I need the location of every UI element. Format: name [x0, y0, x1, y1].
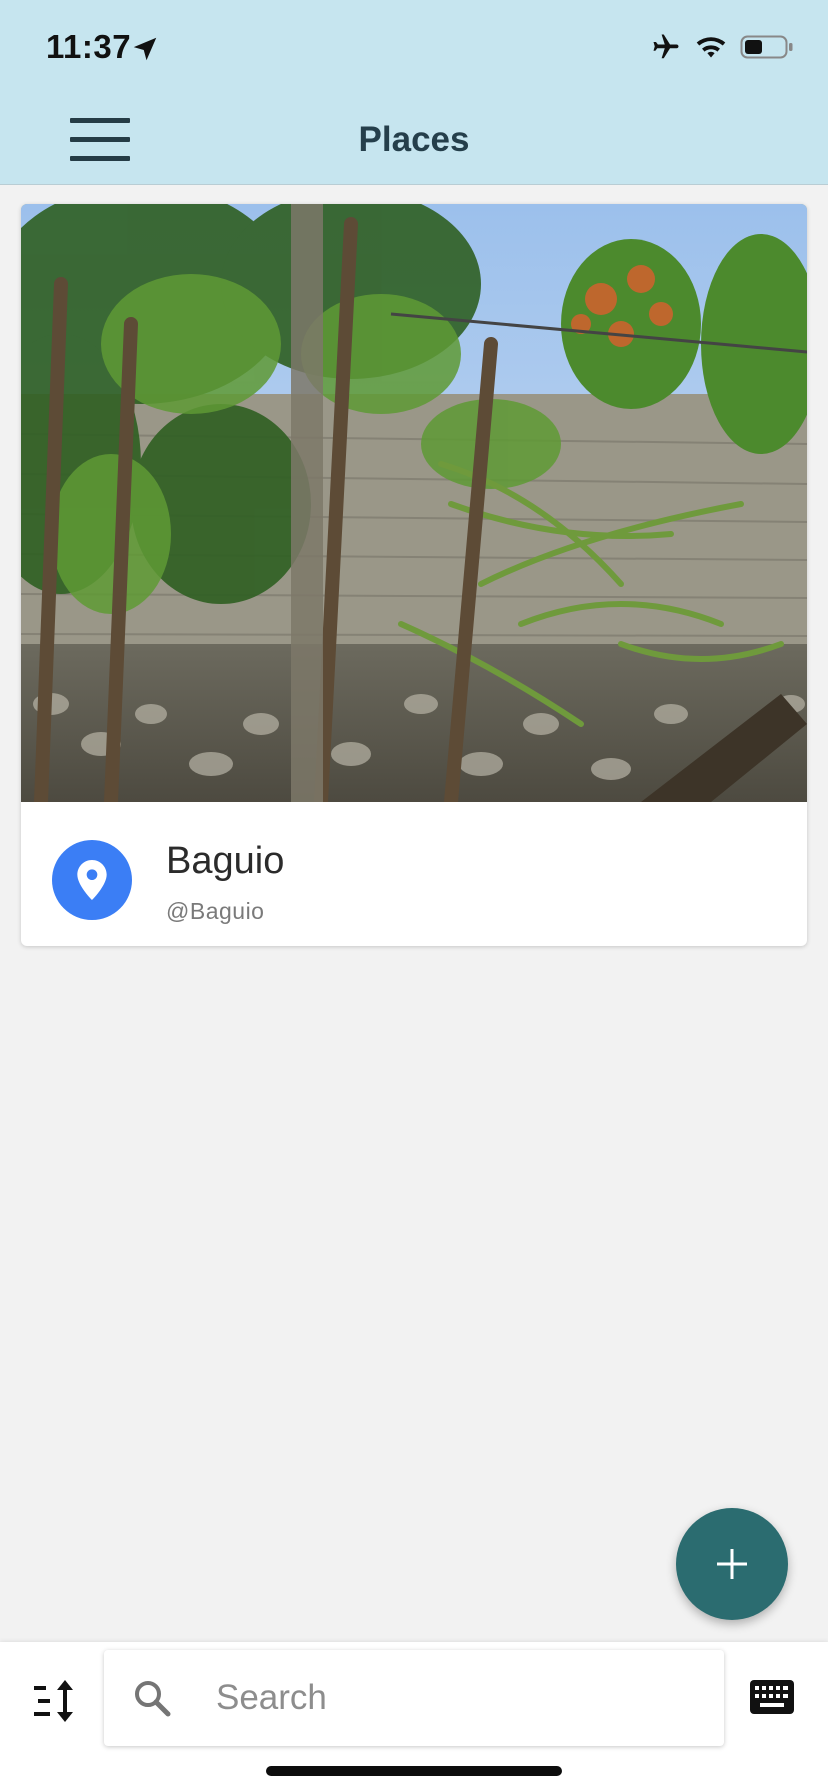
search-box[interactable] — [104, 1650, 724, 1746]
wifi-icon — [696, 37, 726, 58]
keyboard-icon[interactable] — [750, 1680, 794, 1714]
place-name: Baguio — [166, 840, 285, 882]
airplane-icon — [653, 34, 679, 59]
map-pin-icon — [77, 860, 107, 900]
place-avatar — [52, 840, 132, 920]
app-bar: Places — [0, 100, 828, 184]
plus-icon — [717, 1549, 747, 1579]
add-place-button[interactable] — [676, 1508, 788, 1620]
place-photo — [21, 204, 807, 802]
header-area: 11:37 Places — [0, 0, 828, 185]
place-card[interactable]: Baguio @Baguio — [21, 204, 807, 946]
battery-icon — [740, 35, 793, 59]
status-icons — [650, 32, 794, 62]
location-arrow-icon — [133, 37, 157, 61]
page-title: Places — [358, 120, 470, 159]
status-time: 11:37 — [46, 28, 132, 65]
place-info: Baguio @Baguio — [21, 802, 807, 946]
sort-icon[interactable] — [32, 1678, 78, 1724]
search-icon — [135, 1681, 171, 1717]
place-handle: @Baguio — [166, 898, 265, 924]
search-input[interactable] — [216, 1668, 706, 1728]
home-indicator[interactable] — [266, 1766, 562, 1776]
place-photo-illustration — [21, 204, 807, 802]
status-bar: 11:37 — [0, 0, 828, 100]
